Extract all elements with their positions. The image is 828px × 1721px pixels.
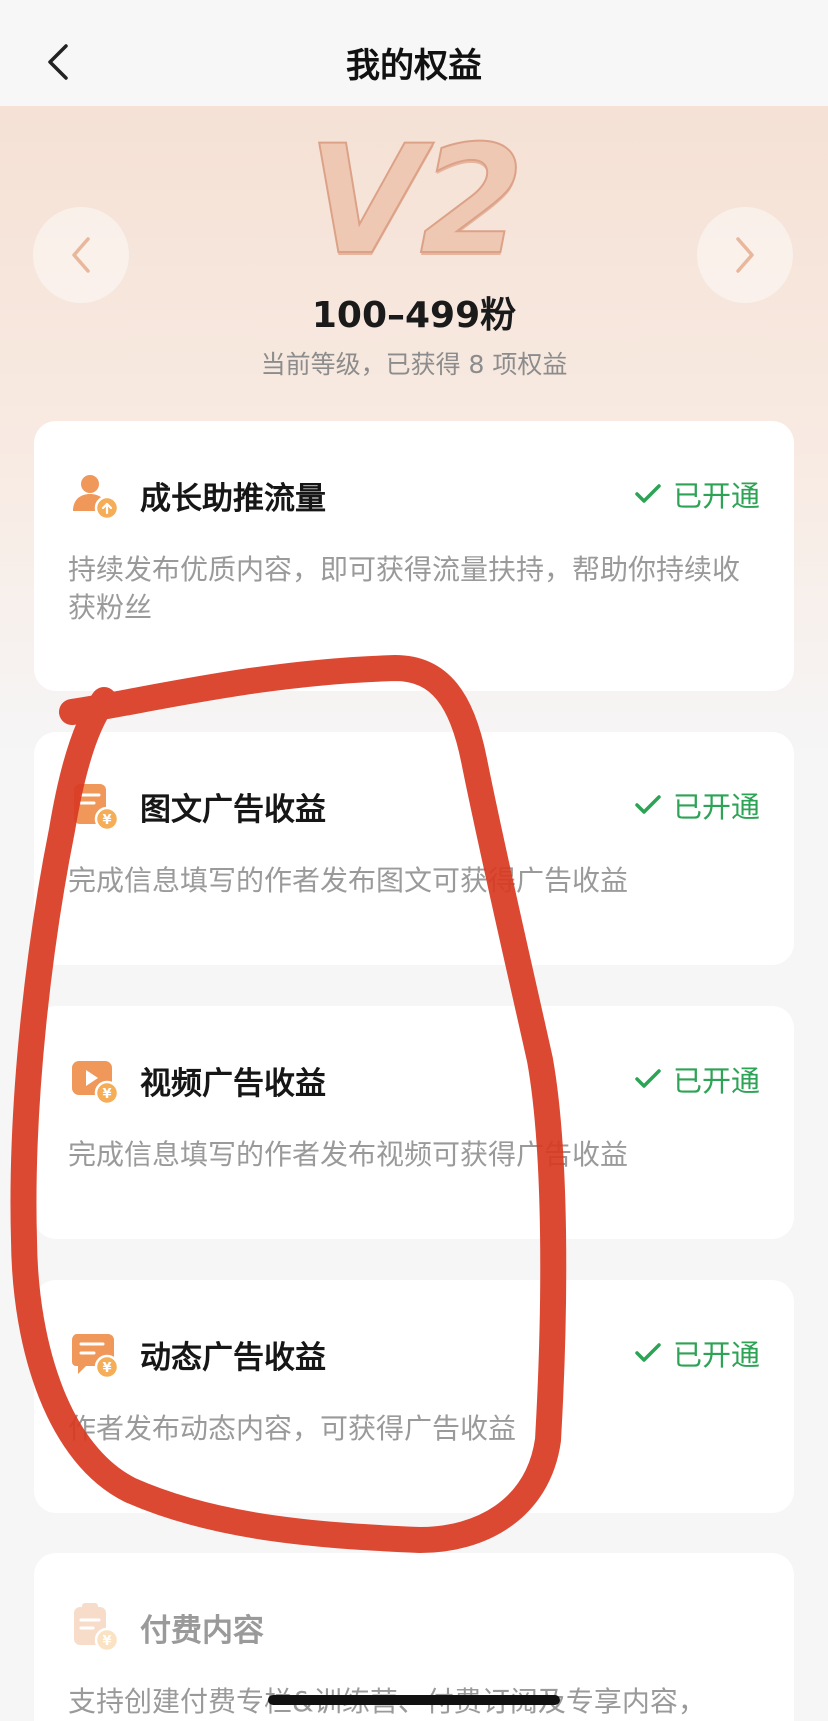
svg-text:¥: ¥ bbox=[102, 813, 111, 828]
benefit-status-label: 已开通 bbox=[672, 479, 760, 513]
benefit-title: 图文广告收益 bbox=[140, 792, 326, 828]
benefit-card-article-ad[interactable]: ¥ 图文广告收益 已开通 完成信息填写的作者发布图文可获得广告收益 bbox=[34, 732, 794, 965]
paid-content-icon: ¥ bbox=[74, 1603, 120, 1653]
benefit-card-post-ad[interactable]: ¥ 动态广告收益 已开通 作者发布动态内容，可获得广告收益 bbox=[34, 1280, 794, 1513]
benefit-status-label: 已开通 bbox=[672, 1064, 760, 1098]
benefit-card-growth[interactable]: 成长助推流量 已开通 持续发布优质内容，即可获得流量扶持，帮助你持续收获粉丝 bbox=[34, 421, 794, 691]
benefit-card-video-ad[interactable]: ¥ 视频广告收益 已开通 完成信息填写的作者发布视频可获得广告收益 bbox=[34, 1006, 794, 1239]
growth-boost-icon bbox=[73, 475, 120, 521]
benefit-status: 已开通 bbox=[635, 1332, 760, 1374]
level-description: 当前等级，已获得 8 项权益 bbox=[260, 350, 568, 379]
check-icon bbox=[635, 1069, 661, 1088]
benefit-status-label: 已开通 bbox=[672, 790, 760, 824]
article-ad-revenue-icon: ¥ bbox=[74, 784, 120, 832]
check-icon bbox=[635, 484, 661, 503]
benefit-description: 完成信息填写的作者发布视频可获得广告收益 bbox=[68, 1138, 629, 1171]
svg-text:¥: ¥ bbox=[102, 1634, 111, 1649]
fans-range: 100–499粉 bbox=[311, 295, 517, 336]
svg-text:¥: ¥ bbox=[102, 1087, 111, 1102]
benefit-status: 已开通 bbox=[635, 1058, 760, 1100]
svg-text:¥: ¥ bbox=[102, 1361, 111, 1376]
benefit-title: 动态广告收益 bbox=[140, 1340, 326, 1376]
check-icon bbox=[635, 1343, 661, 1362]
benefit-status: 已开通 bbox=[635, 473, 760, 515]
home-indicator[interactable] bbox=[268, 1695, 560, 1705]
page-title: 我的权益 bbox=[346, 46, 482, 86]
benefit-status: 已开通 bbox=[635, 784, 760, 826]
benefit-title: 视频广告收益 bbox=[140, 1066, 326, 1102]
benefit-description: 作者发布动态内容，可获得广告收益 bbox=[68, 1412, 517, 1445]
post-ad-revenue-icon: ¥ bbox=[71, 1334, 120, 1380]
check-icon bbox=[635, 795, 661, 814]
benefit-description: 完成信息填写的作者发布图文可获得广告收益 bbox=[68, 864, 629, 897]
nav-bar: 我的权益 bbox=[0, 0, 828, 106]
benefit-title: 付费内容 bbox=[140, 1613, 264, 1649]
chevron-left-icon bbox=[72, 237, 90, 273]
benefit-title: 成长助推流量 bbox=[140, 481, 326, 517]
benefits-screen: 我的权益 V2 100–499粉 当前等级，已获得 8 项权益 成长助推流量 已… bbox=[0, 0, 828, 1721]
video-ad-revenue-icon: ¥ bbox=[72, 1061, 120, 1106]
benefit-description: 持续发布优质内容，即可获得流量扶持，帮助你持续收获粉丝 bbox=[68, 553, 741, 624]
benefit-status-label: 已开通 bbox=[672, 1338, 760, 1372]
chevron-right-icon bbox=[736, 237, 754, 273]
